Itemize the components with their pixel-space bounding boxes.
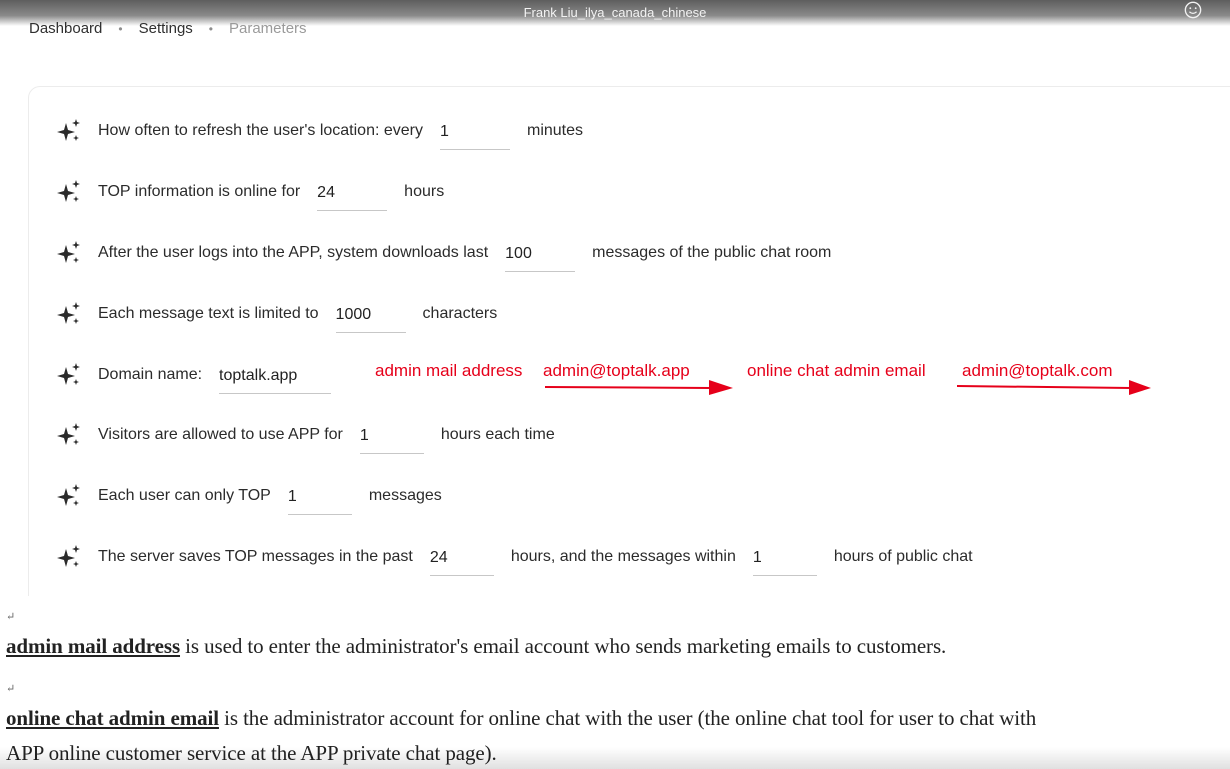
doc-paragraph-admin-mail: admin mail address is used to enter the …: [6, 634, 946, 659]
param-label: Each user can only TOP: [98, 487, 271, 504]
param-row-user-top: Each user can only TOP messages: [56, 478, 442, 515]
doc-text: is the administrator account for online …: [218, 706, 1037, 730]
refresh-interval-input[interactable]: [440, 122, 510, 150]
doc-term-admin-mail: admin mail address: [6, 634, 181, 658]
sparkle-icon: [57, 241, 80, 263]
param-label: The server saves TOP messages in the pas…: [98, 548, 413, 565]
sparkle-icon: [57, 545, 80, 567]
download-count-input[interactable]: [505, 244, 576, 272]
doc-text: is used to enter the administrator's ema…: [180, 634, 947, 658]
sparkle-icon: [57, 363, 80, 385]
param-label: Domain name:: [98, 366, 203, 383]
param-suffix: hours of public chat: [833, 548, 973, 565]
param-row-visitors: Visitors are allowed to use APP for hour…: [56, 417, 555, 454]
doc-term-chat-admin: online chat admin email: [6, 706, 219, 730]
breadcrumb-settings[interactable]: Settings: [139, 20, 193, 37]
param-label: Visitors are allowed to use APP for: [98, 426, 343, 443]
param-suffix: hours each time: [440, 426, 555, 443]
sparkle-icon: [57, 302, 80, 324]
doc-paragraph-chat-admin: online chat admin email is the administr…: [6, 706, 1036, 731]
breadcrumb-separator: •: [208, 21, 213, 36]
visitor-hours-input[interactable]: [359, 426, 424, 454]
param-row-refresh: How often to refresh the user's location…: [56, 113, 584, 150]
annotation-chat-admin-label: online chat admin email: [747, 361, 926, 380]
doc-paragraph-chat-admin-line2: APP online customer service at the APP p…: [6, 741, 497, 765]
paragraph-mark-icon: ↵: [6, 683, 16, 695]
param-suffix: hours: [404, 183, 445, 200]
breadcrumb-parameters: Parameters: [229, 20, 307, 37]
window-title: Frank Liu_ilya_canada_chinese: [523, 5, 707, 20]
param-row-domain: Domain name:: [56, 357, 348, 394]
smiley-icon[interactable]: [1184, 1, 1202, 19]
breadcrumb-dashboard[interactable]: Dashboard: [29, 20, 102, 37]
server-top-hours-input[interactable]: [429, 548, 494, 576]
domain-name-input[interactable]: [219, 366, 332, 394]
param-suffix: characters: [422, 305, 498, 322]
annotation-admin-mail-label: admin mail address: [375, 361, 523, 380]
sparkle-icon: [57, 119, 80, 141]
breadcrumb: Dashboard • Settings • Parameters: [29, 20, 307, 37]
paragraph-mark-icon: ↵: [6, 611, 16, 623]
message-limit-input[interactable]: [335, 305, 406, 333]
param-row-download: After the user logs into the APP, system…: [56, 235, 832, 272]
top-online-hours-input[interactable]: [317, 183, 388, 211]
param-label: How often to refresh the user's location…: [98, 122, 423, 139]
param-row-message-limit: Each message text is limited to characte…: [56, 296, 498, 333]
param-row-server: The server saves TOP messages in the pas…: [56, 539, 973, 576]
param-suffix: messages of the public chat room: [592, 244, 832, 261]
param-suffix: minutes: [527, 122, 584, 139]
user-top-limit-input[interactable]: [287, 487, 352, 515]
red-arrow-icon: [956, 380, 1151, 395]
breadcrumb-separator: •: [118, 21, 123, 36]
param-row-top-online: TOP information is online for hours: [56, 174, 445, 211]
param-label: TOP information is online for: [98, 183, 301, 200]
param-label: Each message text is limited to: [98, 305, 319, 322]
param-label: After the user logs into the APP, system…: [98, 244, 489, 261]
param-suffix: messages: [368, 487, 442, 504]
document-area: ↵ admin mail address is used to enter th…: [0, 596, 1230, 769]
sparkle-icon: [57, 180, 80, 202]
sparkle-icon: [57, 423, 80, 445]
sparkle-icon: [57, 484, 80, 506]
red-arrow-icon: [544, 380, 733, 395]
param-middle-text: hours, and the messages within: [510, 548, 736, 565]
public-chat-hours-input[interactable]: [752, 548, 817, 576]
parameters-card: [28, 86, 1230, 608]
